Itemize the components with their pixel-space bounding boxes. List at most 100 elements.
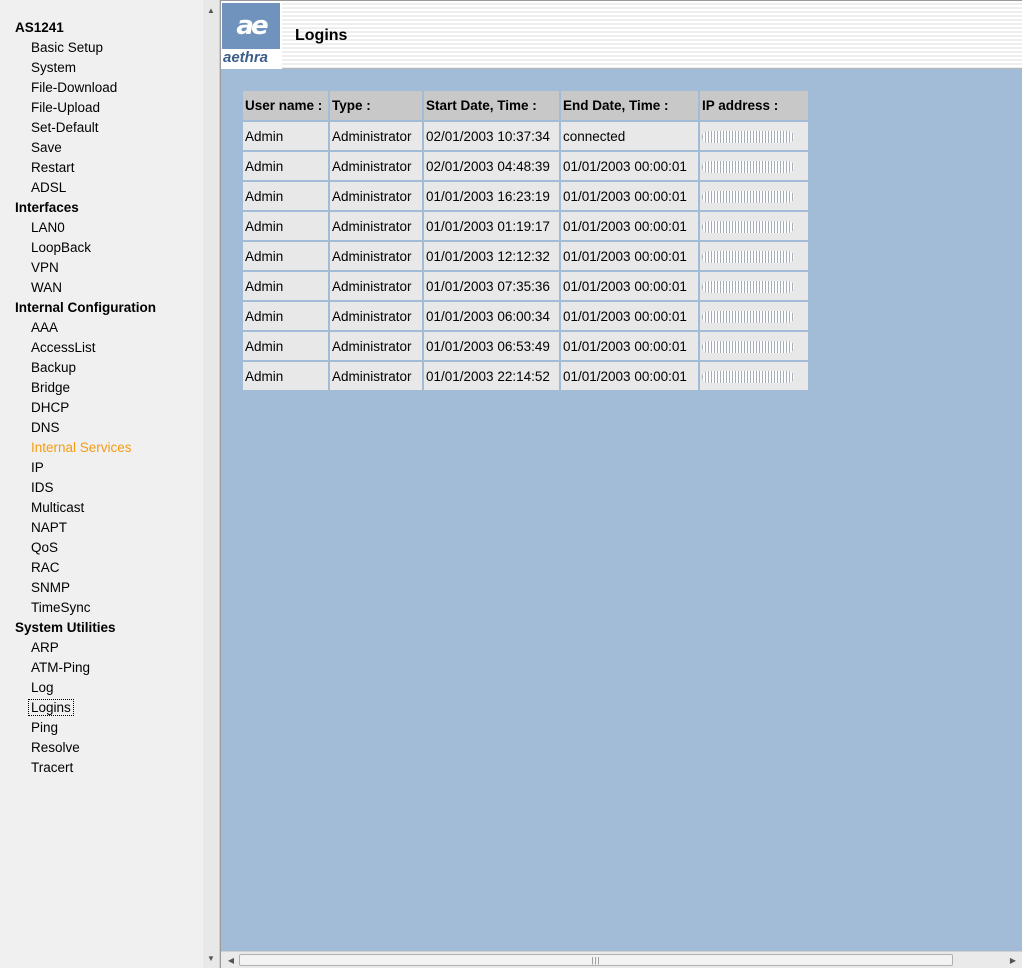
nav-item-label: VPN	[31, 260, 59, 275]
navigation-frame: AS1241 Basic Setup System File-Download File…	[0, 0, 220, 968]
table-row: Admin Administrator 01/01/2003 12:12:32 01/…	[241, 240, 810, 272]
nav-item-aaa[interactable]: AAA	[0, 318, 204, 338]
nav-item-file-upload[interactable]: File-Upload	[0, 98, 204, 118]
nav-item-dns[interactable]: DNS	[0, 418, 204, 438]
cell-type: Administrator	[328, 210, 424, 242]
page-header: ae aethra Logins	[221, 1, 1022, 69]
nav-item-label: System	[31, 60, 77, 75]
cell-end-date: 01/01/2003 00:00:01	[559, 330, 700, 362]
cell-type: Administrator	[328, 360, 424, 392]
nav-item-label: SNMP	[31, 580, 71, 595]
nav-item-arp[interactable]: ARP	[0, 638, 204, 658]
scroll-left-arrow-icon[interactable]: ◀	[223, 952, 239, 968]
cell-end-date: 01/01/2003 00:00:01	[559, 240, 700, 272]
cell-type: Administrator	[328, 330, 424, 362]
nav-item-label: NAPT	[31, 520, 68, 535]
nav-item-label: Set-Default	[31, 120, 99, 135]
nav-item-file-download[interactable]: File-Download	[0, 78, 204, 98]
nav-item-label: LoopBack	[31, 240, 92, 255]
redacted-ip-address	[702, 340, 794, 353]
nav-item-label: Tracert	[31, 760, 74, 775]
app-window: AS1241 Basic Setup System File-Download File…	[0, 0, 1022, 968]
cell-end-date: 01/01/2003 00:00:01	[559, 300, 700, 332]
nav-item-accesslist[interactable]: AccessList	[0, 338, 204, 358]
cell-ip-address	[698, 120, 810, 152]
redacted-ip-address	[702, 220, 794, 233]
nav-item-qos[interactable]: QoS	[0, 538, 204, 558]
scroll-down-arrow-icon[interactable]: ▼	[203, 950, 219, 966]
nav-item-tracert[interactable]: Tracert	[0, 758, 204, 778]
cell-start-date: 01/01/2003 12:12:32	[422, 240, 561, 272]
nav-item-resolve[interactable]: Resolve	[0, 738, 204, 758]
redacted-ip-address	[702, 160, 794, 173]
nav-item-label: DNS	[31, 420, 60, 435]
cell-start-date: 02/01/2003 04:48:39	[422, 150, 561, 182]
table-header-row: User name : Type : Start Date, Time : En…	[241, 91, 810, 122]
nav-item-label: Logins	[28, 699, 74, 716]
column-header-user-name: User name :	[241, 91, 330, 122]
nav-item-lan0[interactable]: LAN0	[0, 218, 204, 238]
nav-item-loopback[interactable]: LoopBack	[0, 238, 204, 258]
nav-item-label: ADSL	[31, 180, 67, 195]
nav-vertical-scrollbar[interactable]: ▲ ▼	[203, 0, 219, 968]
nav-item-ping[interactable]: Ping	[0, 718, 204, 738]
redacted-ip-address	[702, 250, 794, 263]
logo-text: aethra	[223, 49, 269, 66]
nav-item-timesync[interactable]: TimeSync	[0, 598, 204, 618]
nav-item-label: Restart	[31, 160, 75, 175]
nav-section-title: System Utilities	[15, 620, 116, 635]
nav-item-label: RAC	[31, 560, 60, 575]
cell-type: Administrator	[328, 270, 424, 302]
cell-user-name: Admin	[241, 240, 330, 272]
column-header-type: Type :	[328, 91, 424, 122]
nav-item-internal-services[interactable]: Internal Services	[0, 438, 204, 458]
cell-user-name: Admin	[241, 180, 330, 212]
logins-table: User name : Type : Start Date, Time : En…	[241, 91, 810, 392]
nav-item-dhcp[interactable]: DHCP	[0, 398, 204, 418]
aethra-logo: ae aethra	[221, 1, 282, 69]
nav-item-bridge[interactable]: Bridge	[0, 378, 204, 398]
cell-type: Administrator	[328, 180, 424, 212]
redacted-ip-address	[702, 370, 794, 383]
nav-item-restart[interactable]: Restart	[0, 158, 204, 178]
nav-item-system[interactable]: System	[0, 58, 204, 78]
nav-item-wan[interactable]: WAN	[0, 278, 204, 298]
nav-item-label: TimeSync	[31, 600, 91, 615]
nav-item-snmp[interactable]: SNMP	[0, 578, 204, 598]
scroll-right-arrow-icon[interactable]: ▶	[1005, 952, 1021, 968]
nav-item-atm-ping[interactable]: ATM-Ping	[0, 658, 204, 678]
table-row: Admin Administrator 01/01/2003 06:53:49 01/…	[241, 330, 810, 362]
nav-item-label: File-Download	[31, 80, 118, 95]
nav-item-log[interactable]: Log	[0, 678, 204, 698]
nav-item-backup[interactable]: Backup	[0, 358, 204, 378]
nav-item-napt[interactable]: NAPT	[0, 518, 204, 538]
nav-item-multicast[interactable]: Multicast	[0, 498, 204, 518]
cell-ip-address	[698, 330, 810, 362]
horizontal-scrollbar[interactable]: ◀ ||| ▶	[221, 951, 1022, 968]
nav-item-label: IDS	[31, 480, 54, 495]
cell-start-date: 01/01/2003 06:00:34	[422, 300, 561, 332]
nav-item-ip[interactable]: IP	[0, 458, 204, 478]
nav-section-title: Internal Configuration	[15, 300, 156, 315]
cell-type: Administrator	[328, 150, 424, 182]
cell-end-date: 01/01/2003 00:00:01	[559, 270, 700, 302]
scrollbar-thumb[interactable]: |||	[239, 954, 953, 966]
nav-item-label: Resolve	[31, 740, 80, 755]
nav-item-adsl[interactable]: ADSL	[0, 178, 204, 198]
nav-section-title: Interfaces	[15, 200, 79, 215]
cell-type: Administrator	[328, 120, 424, 152]
nav-item-vpn[interactable]: VPN	[0, 258, 204, 278]
nav-item-basic-setup[interactable]: Basic Setup	[0, 38, 204, 58]
column-header-ip-address: IP address :	[698, 91, 810, 122]
nav-item-save[interactable]: Save	[0, 138, 204, 158]
nav-item-rac[interactable]: RAC	[0, 558, 204, 578]
nav-item-set-default[interactable]: Set-Default	[0, 118, 204, 138]
nav-item-logins[interactable]: Logins	[0, 698, 204, 718]
nav-item-ids[interactable]: IDS	[0, 478, 204, 498]
cell-user-name: Admin	[241, 210, 330, 242]
table-row: Admin Administrator 01/01/2003 22:14:52 01/…	[241, 360, 810, 392]
scroll-up-arrow-icon[interactable]: ▲	[203, 2, 219, 18]
cell-start-date: 01/01/2003 01:19:17	[422, 210, 561, 242]
cell-end-date: 01/01/2003 00:00:01	[559, 180, 700, 212]
nav-item-label: Save	[31, 140, 62, 155]
